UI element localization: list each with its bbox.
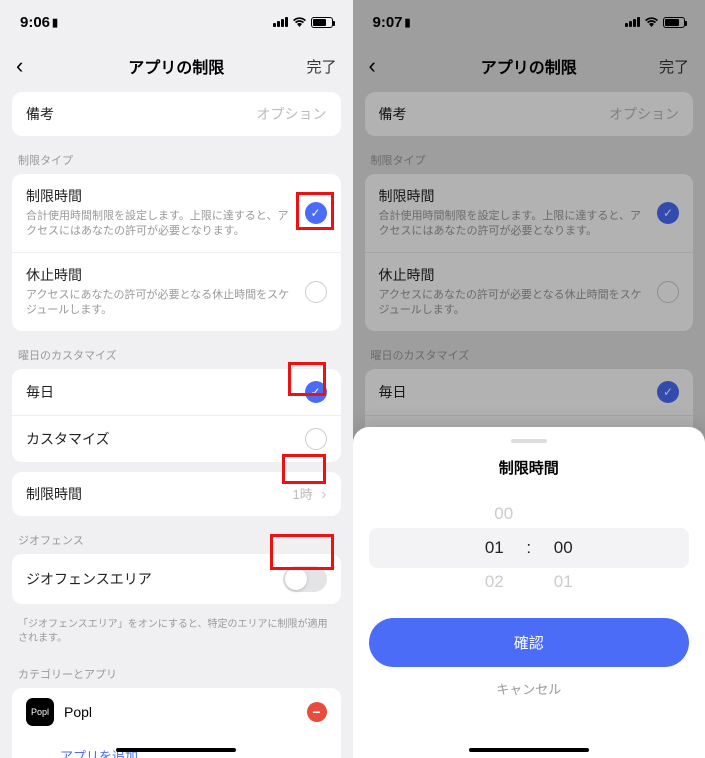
check-icon: ✓ <box>305 202 327 224</box>
daily-label: 毎日 <box>26 382 54 402</box>
check-icon: ✓ <box>305 381 327 403</box>
daily-option[interactable]: 毎日 ✓ <box>12 369 341 415</box>
app-name: Popl <box>64 704 297 720</box>
pause-time-title: 休止時間 <box>26 265 297 285</box>
pause-time-desc: アクセスにあなたの許可が必要となる休止時間をスケジュールします。 <box>26 288 297 319</box>
customize-label: カスタマイズ <box>26 429 110 449</box>
cancel-button[interactable]: キャンセル <box>369 679 690 698</box>
section-apps: カテゴリーとアプリ <box>12 660 341 688</box>
home-indicator[interactable] <box>116 748 236 752</box>
radio-unchecked-icon <box>305 281 327 303</box>
done-button[interactable]: 完了 <box>306 56 336 77</box>
remove-app-button[interactable]: − <box>307 702 327 722</box>
time-picker[interactable]: 00 01 : 00 0201 <box>369 500 690 596</box>
customize-option[interactable]: カスタマイズ <box>12 415 341 462</box>
app-row[interactable]: Popl Popl − <box>12 688 341 736</box>
home-indicator[interactable] <box>469 748 589 752</box>
sheet-title: 制限時間 <box>369 457 690 478</box>
wifi-icon <box>292 15 307 30</box>
section-weekday: 曜日のカスタマイズ <box>12 341 341 369</box>
sheet-grabber[interactable] <box>511 439 547 443</box>
limit-time-title: 制限時間 <box>26 186 297 206</box>
remarks-placeholder: オプション <box>257 104 327 124</box>
status-bar: 9:06 ▮ <box>0 0 353 44</box>
pause-time-option[interactable]: 休止時間 アクセスにあなたの許可が必要となる休止時間をスケジュールします。 <box>12 252 341 331</box>
radio-unchecked-icon <box>305 428 327 450</box>
remarks-row[interactable]: 備考 オプション <box>12 92 341 136</box>
limit-time-value: 1時 <box>292 487 312 502</box>
page-title: アプリの制限 <box>0 54 353 78</box>
add-app-link[interactable]: アプリを追加 <box>12 736 341 758</box>
status-indicators <box>273 15 333 30</box>
nav-bar: ‹ アプリの制限 完了 <box>0 44 353 88</box>
signal-icon <box>273 17 288 27</box>
geofence-note: 「ジオフェンスエリア」をオンにすると、特定のエリアに制限が適用されます。 <box>12 614 341 656</box>
app-icon: Popl <box>26 698 54 726</box>
picker-minute[interactable]: 00 <box>554 538 573 558</box>
confirm-button[interactable]: 確認 <box>369 618 690 667</box>
geofence-row[interactable]: ジオフェンスエリア <box>12 554 341 604</box>
time-picker-sheet: 制限時間 00 01 : 00 0201 確認 キャンセル <box>353 427 705 758</box>
chevron-right-icon: › <box>321 486 326 503</box>
section-limit-type: 制限タイプ <box>12 146 341 174</box>
limit-time-row[interactable]: 制限時間 1時 › <box>12 472 341 516</box>
battery-icon <box>311 17 333 28</box>
geofence-toggle[interactable] <box>283 566 327 592</box>
limit-time-option[interactable]: 制限時間 合計使用時間制限を設定します。上限に達すると、アクセスにはあなたの許可… <box>12 174 341 252</box>
section-geofence: ジオフェンス <box>12 526 341 554</box>
limit-time-row-label: 制限時間 <box>26 484 82 504</box>
geofence-label: ジオフェンスエリア <box>26 569 152 589</box>
back-button[interactable]: ‹ <box>16 53 23 79</box>
remarks-label: 備考 <box>26 104 54 124</box>
picker-hour[interactable]: 01 <box>485 538 504 558</box>
clock: 9:06 <box>20 14 50 31</box>
limit-time-desc: 合計使用時間制限を設定します。上限に達すると、アクセスにはあなたの許可が必要とな… <box>26 209 297 240</box>
